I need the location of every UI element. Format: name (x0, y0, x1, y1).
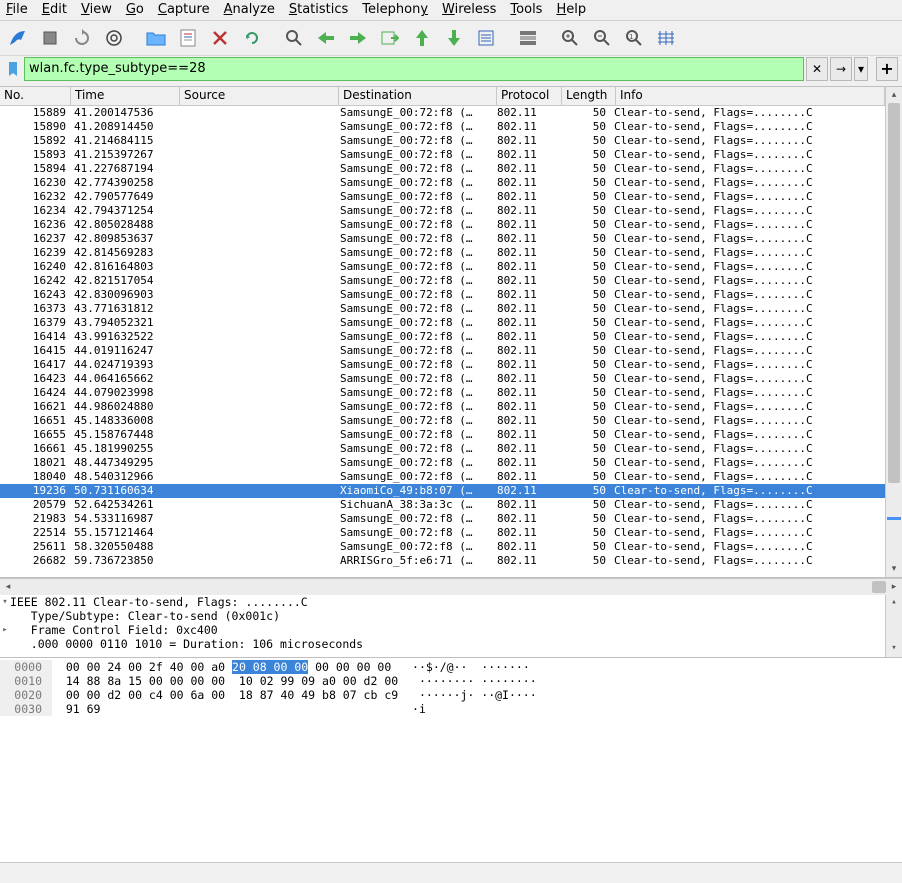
details-line[interactable]: Type/Subtype: Clear-to-send (0x001c) (0, 609, 902, 623)
add-filter-expression-button[interactable]: + (876, 57, 898, 81)
packet-row[interactable]: 1589441.227687194SamsungE_00:72:f8 (…802… (0, 162, 885, 176)
col-header-protocol[interactable]: Protocol (497, 87, 562, 105)
menu-statistics[interactable]: Statistics (289, 2, 348, 17)
packet-row[interactable]: 1665145.148336008SamsungE_00:72:f8 (…802… (0, 414, 885, 428)
packet-row[interactable]: 1623442.794371254SamsungE_00:72:f8 (…802… (0, 204, 885, 218)
packet-row[interactable]: 2198354.533116987SamsungE_00:72:f8 (…802… (0, 512, 885, 526)
bookmark-filter-icon[interactable] (4, 60, 22, 78)
packet-row[interactable]: 1637343.771631812SamsungE_00:72:f8 (…802… (0, 302, 885, 316)
packet-row[interactable]: 1589041.208914450SamsungE_00:72:f8 (…802… (0, 120, 885, 134)
go-first-icon[interactable] (408, 24, 436, 52)
menu-analyze[interactable]: Analyze (224, 2, 275, 17)
close-file-icon[interactable] (206, 24, 234, 52)
col-header-info[interactable]: Info (616, 87, 885, 105)
display-filter-input[interactable] (24, 57, 804, 81)
stop-capture-icon[interactable] (36, 24, 64, 52)
find-packet-icon[interactable] (280, 24, 308, 52)
menubar[interactable]: File Edit View Go Capture Analyze Statistics Te… (0, 0, 902, 21)
packet-row[interactable]: 1641443.991632522SamsungE_00:72:f8 (…802… (0, 330, 885, 344)
apply-filter-button[interactable]: → (830, 57, 852, 81)
menu-file[interactable]: File (6, 2, 28, 17)
go-to-packet-icon[interactable] (376, 24, 404, 52)
reload-file-icon[interactable] (238, 24, 266, 52)
colorize-icon[interactable] (514, 24, 542, 52)
col-header-time[interactable]: Time (71, 87, 180, 105)
packet-row[interactable]: 2057952.642534261SichuanA_38:3a:3c (…802… (0, 498, 885, 512)
packet-row[interactable]: 1589241.214684115SamsungE_00:72:f8 (…802… (0, 134, 885, 148)
col-header-no[interactable]: No. (0, 87, 71, 105)
col-header-source[interactable]: Source (180, 87, 339, 105)
filter-history-dropdown[interactable]: ▾ (854, 57, 868, 81)
hex-line[interactable]: 0000 00 00 24 00 2f 40 00 a0 20 08 00 00… (0, 660, 902, 674)
packet-row[interactable]: 1665545.158767448SamsungE_00:72:f8 (…802… (0, 428, 885, 442)
menu-tools[interactable]: Tools (510, 2, 542, 17)
auto-scroll-icon[interactable] (472, 24, 500, 52)
details-vscrollbar[interactable]: ▴▾ (885, 595, 902, 657)
packet-row[interactable]: 2251455.157121464SamsungE_00:72:f8 (…802… (0, 526, 885, 540)
packet-row[interactable]: 1642444.079023998SamsungE_00:72:f8 (…802… (0, 386, 885, 400)
packet-bytes-pane[interactable]: 0000 00 00 24 00 2f 40 00 a0 20 08 00 00… (0, 658, 902, 862)
clear-filter-button[interactable]: ✕ (806, 57, 828, 81)
save-file-icon[interactable] (174, 24, 202, 52)
menu-edit[interactable]: Edit (42, 2, 67, 17)
menu-go[interactable]: Go (126, 2, 144, 17)
go-back-icon[interactable] (312, 24, 340, 52)
details-line[interactable]: ▾IEEE 802.11 Clear-to-send, Flags: .....… (0, 595, 902, 609)
restart-capture-icon[interactable] (68, 24, 96, 52)
status-bar (0, 862, 902, 883)
hex-line[interactable]: 0020 00 00 d2 00 c4 00 6a 00 18 87 40 49… (0, 688, 902, 702)
menu-help[interactable]: Help (556, 2, 586, 17)
zoom-in-icon[interactable] (556, 24, 584, 52)
details-line[interactable]: ▸ Frame Control Field: 0xc400 (0, 623, 902, 637)
go-last-icon[interactable] (440, 24, 468, 52)
packet-row[interactable]: 1662144.986024880SamsungE_00:72:f8 (…802… (0, 400, 885, 414)
packet-row[interactable]: 1641744.024719393SamsungE_00:72:f8 (…802… (0, 358, 885, 372)
packet-list-hscrollbar[interactable]: ◂▸ (0, 578, 902, 595)
packet-row[interactable]: 1923650.731160634XiaomiCo_49:b8:07 (…802… (0, 484, 885, 498)
packet-row[interactable]: 1642344.064165662SamsungE_00:72:f8 (…802… (0, 372, 885, 386)
col-header-destination[interactable]: Destination (339, 87, 497, 105)
packet-row[interactable]: 1624342.830096903SamsungE_00:72:f8 (…802… (0, 288, 885, 302)
packet-row[interactable]: 1637943.794052321SamsungE_00:72:f8 (…802… (0, 316, 885, 330)
menu-ytelephon[interactable]: Telephony (362, 2, 428, 17)
zoom-out-icon[interactable] (588, 24, 616, 52)
packet-row[interactable]: 1641544.019116247SamsungE_00:72:f8 (…802… (0, 344, 885, 358)
resize-columns-icon[interactable] (652, 24, 680, 52)
display-filter-bar: ✕ → ▾ + (0, 56, 902, 86)
menu-view[interactable]: View (81, 2, 112, 17)
packet-row[interactable]: 1804048.540312966SamsungE_00:72:f8 (…802… (0, 470, 885, 484)
packet-row[interactable]: 2561158.320550488SamsungE_00:72:f8 (…802… (0, 540, 885, 554)
packet-row[interactable]: 1623642.805028488SamsungE_00:72:f8 (…802… (0, 218, 885, 232)
menu-capture[interactable]: Capture (158, 2, 210, 17)
packet-list-pane: No. Time Source Destination Protocol Len… (0, 86, 902, 579)
menu-wireless[interactable]: Wireless (442, 2, 496, 17)
packet-row[interactable]: 1666145.181990255SamsungE_00:72:f8 (…802… (0, 442, 885, 456)
packet-row[interactable]: 1624042.816164803SamsungE_00:72:f8 (…802… (0, 260, 885, 274)
packet-row[interactable]: 1623742.809853637SamsungE_00:72:f8 (…802… (0, 232, 885, 246)
capture-options-icon[interactable] (100, 24, 128, 52)
zoom-reset-icon[interactable]: 1 (620, 24, 648, 52)
packet-row[interactable]: 1623942.814569283SamsungE_00:72:f8 (…802… (0, 246, 885, 260)
details-line[interactable]: .000 0000 0110 1010 = Duration: 106 micr… (0, 637, 902, 651)
packet-row[interactable]: 1589341.215397267SamsungE_00:72:f8 (…802… (0, 148, 885, 162)
hex-line[interactable]: 0010 14 88 8a 15 00 00 00 00 10 02 99 09… (0, 674, 902, 688)
packet-list-vscrollbar[interactable]: ▴ ▾ (885, 87, 902, 578)
hex-line[interactable]: 0030 91 69 ·i (0, 702, 902, 716)
packet-row[interactable]: 1588941.200147536SamsungE_00:72:f8 (…802… (0, 106, 885, 120)
packet-row[interactable]: 1802148.447349295SamsungE_00:72:f8 (…802… (0, 456, 885, 470)
packet-row[interactable]: 2668259.736723850ARRISGro_5f:e6:71 (…802… (0, 554, 885, 568)
packet-row[interactable]: 1623042.774390258SamsungE_00:72:f8 (…802… (0, 176, 885, 190)
packet-row[interactable]: 1624242.821517054SamsungE_00:72:f8 (…802… (0, 274, 885, 288)
go-forward-icon[interactable] (344, 24, 372, 52)
packet-row[interactable]: 1623242.790577649SamsungE_00:72:f8 (…802… (0, 190, 885, 204)
shark-fin-icon[interactable] (4, 24, 32, 52)
packet-details-pane[interactable]: ▾IEEE 802.11 Clear-to-send, Flags: .....… (0, 595, 902, 658)
svg-text:1: 1 (629, 33, 633, 41)
open-file-icon[interactable] (142, 24, 170, 52)
packet-list-header[interactable]: No. Time Source Destination Protocol Len… (0, 87, 885, 106)
toolbar: 1 (0, 21, 902, 56)
col-header-length[interactable]: Length (562, 87, 616, 105)
